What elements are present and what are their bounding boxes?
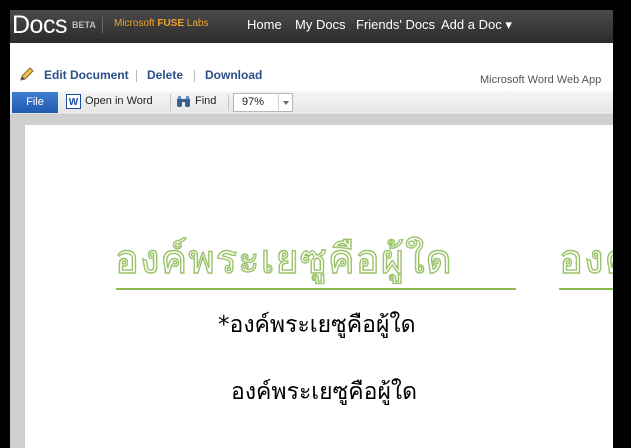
delete-link[interactable]: Delete xyxy=(147,68,183,82)
download-link[interactable]: Download xyxy=(205,68,262,82)
next-page-heading: องค์พระเยซูคือผู้ใด xyxy=(558,236,613,283)
chevron-down-icon[interactable] xyxy=(278,94,292,111)
fuse-labs-prefix: Microsoft xyxy=(114,18,158,29)
document-viewer[interactable]: องค์พระเยซูคือผู้ใด องค์พระเยซูคือผู้ใด … xyxy=(10,115,613,448)
document-text-line: *องค์พระเยซูคือผู้ใด xyxy=(218,312,416,338)
fuse-labs-suffix: Labs xyxy=(184,18,209,29)
binoculars-icon xyxy=(177,96,190,107)
top-navigation-bar: Docs BETA Microsoft FUSE Labs Home My Do… xyxy=(10,10,613,43)
document-page: องค์พระเยซูคือผู้ใด องค์พระเยซูคือผู้ใด … xyxy=(25,125,613,448)
toolbar-divider xyxy=(228,94,229,111)
zoom-select[interactable]: 97% xyxy=(233,93,293,112)
nav-add-a-doc[interactable]: Add a Doc ▾ xyxy=(441,17,512,33)
file-button[interactable]: File xyxy=(12,92,58,113)
action-divider xyxy=(194,70,195,82)
browser-window: Docs BETA Microsoft FUSE Labs Home My Do… xyxy=(10,10,613,448)
zoom-value: 97% xyxy=(242,96,265,108)
nav-my-docs[interactable]: My Docs xyxy=(295,17,346,32)
find-button[interactable]: Find xyxy=(195,95,216,107)
fuse-labs-bold: FUSE xyxy=(157,18,185,29)
app-name-label: Microsoft Word Web App xyxy=(480,74,602,86)
edit-document-link[interactable]: Edit Document xyxy=(44,68,129,82)
document-heading: องค์พระเยซูคือผู้ใด xyxy=(114,236,453,283)
nav-home[interactable]: Home xyxy=(247,17,282,32)
nav-friends-docs[interactable]: Friends' Docs xyxy=(356,17,435,32)
viewer-toolbar: File W Open in Word Find 97% xyxy=(10,91,613,115)
action-divider xyxy=(136,70,137,82)
fuse-labs-link[interactable]: Microsoft FUSE Labs xyxy=(114,18,208,29)
toolbar-divider xyxy=(170,94,171,111)
pencil-icon xyxy=(20,67,34,81)
heading-rule xyxy=(116,288,516,290)
header-divider xyxy=(102,17,103,33)
document-text-line: องค์พระเยซูคือผู้ใด xyxy=(231,379,418,405)
word-icon: W xyxy=(66,94,81,109)
docs-logo[interactable]: Docs xyxy=(12,11,67,39)
open-in-word-button[interactable]: Open in Word xyxy=(85,95,153,107)
beta-badge: BETA xyxy=(72,20,96,30)
document-action-bar: Edit Document Delete Download Microsoft … xyxy=(10,43,613,93)
next-page-heading-rule xyxy=(559,288,613,290)
